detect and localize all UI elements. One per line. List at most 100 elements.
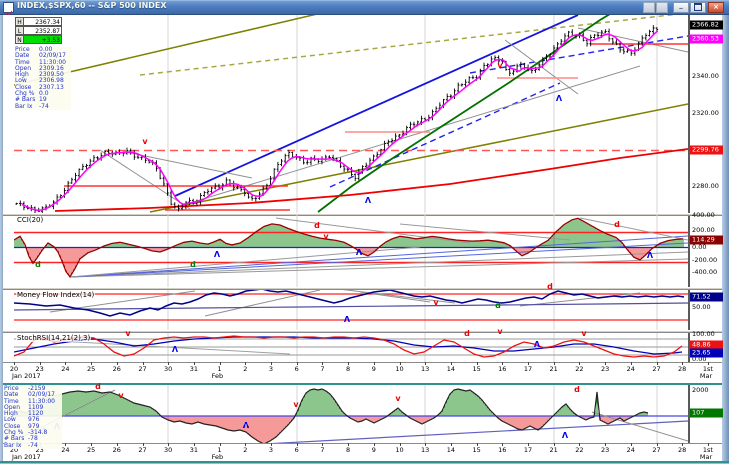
x-axis-label: 21 (550, 446, 558, 454)
y-axis-tick: 200.00 (692, 226, 715, 234)
signal-marker-up: Λ (562, 432, 568, 440)
x-axis-label: 6 (295, 446, 299, 454)
signal-marker-up: Λ (556, 95, 562, 103)
x-axis-label: 30 (164, 365, 172, 373)
price-tag: 23.65 (690, 349, 723, 358)
x-axis-label: 23 (36, 365, 44, 373)
x-axis-label: 31 (190, 365, 198, 373)
y-axis-tick: 100.00 (692, 330, 715, 338)
signal-marker-d: d (35, 261, 41, 269)
signal-marker-v: v (497, 62, 502, 70)
x-axis-label: 17 (524, 365, 532, 373)
x-axis-label: 24 (61, 446, 69, 454)
x-axis-month-label: Mar (700, 372, 712, 380)
y-axis-tick: 2000 (692, 386, 709, 394)
x-axis-label: 13 (421, 365, 429, 373)
quote-high-row: H 2367.34 (15, 17, 62, 26)
signal-marker-up: Λ (214, 251, 220, 259)
cci-panel (14, 218, 688, 277)
price-tag: 114.29 (690, 236, 723, 245)
chart-plot[interactable] (0, 0, 729, 464)
x-axis-label: 16 (498, 365, 506, 373)
high-value: 2367.34 (23, 17, 62, 26)
data-box-label: Bar Ix (15, 104, 39, 110)
chart-window: INDEX,$SPX,60 -- S&P 500 INDEX _ × CCI(2… (0, 0, 729, 464)
x-axis-label: 22 (575, 365, 583, 373)
x-axis-label: 25 (87, 365, 95, 373)
y-axis-tick: 2280.00 (692, 182, 719, 190)
price-tag: 2360.53 (690, 35, 723, 44)
signal-marker-v: v (395, 395, 400, 403)
signal-marker-d: d (190, 261, 196, 269)
price-tag: 2366.82 (690, 21, 723, 30)
x-axis-label: 2 (243, 365, 247, 373)
signal-marker-up: Λ (243, 422, 249, 430)
y-axis-tick: 2320.00 (692, 109, 719, 117)
signal-marker-d: d (495, 302, 501, 310)
x-axis-label: 16 (498, 446, 506, 454)
signal-marker-up: Λ (647, 252, 653, 260)
signal-marker-d: d (95, 383, 101, 391)
net-value: +3.53 (23, 35, 62, 44)
x-axis-label: 26 (113, 365, 121, 373)
x-axis-label: 28 (678, 446, 686, 454)
breadth-panel (14, 389, 688, 444)
x-axis-label: 7 (320, 446, 324, 454)
x-axis-label: 23 (601, 365, 609, 373)
x-axis-label: 15 (472, 365, 480, 373)
x-axis-label: 21 (550, 365, 558, 373)
quote-low-row: L 2352.87 (15, 26, 62, 35)
signal-marker-d: d (547, 283, 553, 291)
x-axis-label: 6 (295, 365, 299, 373)
x-axis-label: 27 (652, 446, 660, 454)
x-axis-month-label: Jan 2017 (12, 453, 41, 461)
y-axis-tick: -400.00 (692, 268, 717, 276)
cci-panel-title: CCI(20) (16, 216, 44, 224)
signal-marker-up: Λ (172, 346, 178, 354)
signal-marker-up: Λ (365, 197, 371, 205)
mfi-panel-title: Money Flow Index(14) (16, 291, 95, 299)
x-axis-label: 14 (447, 446, 455, 454)
x-axis-label: 10 (395, 365, 403, 373)
signal-marker-up: Λ (534, 341, 540, 349)
signal-marker-v: v (125, 330, 130, 338)
x-axis-label: 7 (320, 365, 324, 373)
y-axis-tick: 2340.00 (692, 72, 719, 80)
data-box-value: -74 (39, 104, 71, 110)
bottom-data-box: Price-2159Date02/09/17Time11:30:00Open11… (4, 386, 62, 449)
x-axis-label: 27 (138, 446, 146, 454)
x-axis-label: 17 (524, 446, 532, 454)
x-axis-month-label: Jan 2017 (12, 372, 41, 380)
signal-marker-v: v (433, 299, 438, 307)
x-axis-label: 9 (372, 446, 376, 454)
signal-marker-v: v (118, 392, 123, 400)
x-axis-label: 2 (243, 446, 247, 454)
x-axis-label: 9 (372, 365, 376, 373)
x-axis-label: 10 (395, 446, 403, 454)
x-axis-label: 24 (627, 365, 635, 373)
x-axis-label: 27 (138, 365, 146, 373)
stochrsi-panel (14, 336, 688, 357)
x-axis-label: 30 (164, 446, 172, 454)
signal-marker-v: v (497, 328, 502, 336)
mfi-panel (14, 288, 688, 320)
x-axis-label: 22 (575, 446, 583, 454)
signal-marker-d: d (614, 221, 620, 229)
signal-marker-v: v (581, 330, 586, 338)
signal-marker-v: v (293, 401, 298, 409)
x-axis-label: 13 (421, 446, 429, 454)
low-value: 2352.87 (23, 26, 62, 35)
x-axis-label: 23 (601, 446, 609, 454)
y-axis-tick: 50.00 (692, 303, 711, 311)
x-axis-month-label: Feb (212, 372, 224, 380)
high-label: H (15, 17, 23, 26)
x-axis-label: 3 (269, 365, 273, 373)
x-axis-month-label: Mar (700, 453, 712, 461)
x-axis-label: 26 (113, 446, 121, 454)
x-axis-label: 27 (652, 365, 660, 373)
price-tag: 71.52 (690, 293, 723, 302)
x-axis-label: 3 (269, 446, 273, 454)
data-box-row: Bar Ix-74 (4, 443, 62, 449)
y-axis-tick: -200.00 (692, 256, 717, 264)
x-axis-label: 31 (190, 446, 198, 454)
